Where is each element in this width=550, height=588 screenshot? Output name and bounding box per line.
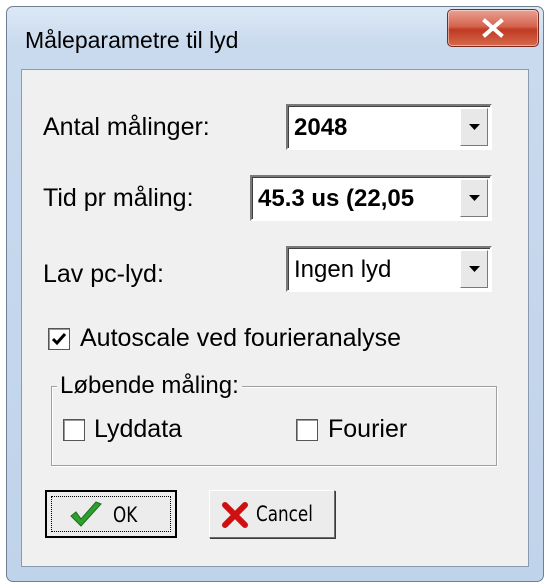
chevron-down-icon: [469, 195, 480, 201]
dialog-client-area: Antal målinger: 2048 Tid pr måling: 45.3…: [21, 69, 529, 567]
fourier-checkbox[interactable]: [296, 419, 318, 441]
tid-dropdown-button[interactable]: [460, 179, 488, 217]
antal-label: Antal målinger:: [43, 113, 210, 141]
antal-dropdown-button[interactable]: [460, 108, 488, 146]
cancel-x-icon: [222, 502, 248, 528]
lyddata-checkbox[interactable]: [63, 419, 85, 441]
close-button[interactable]: [447, 9, 539, 47]
tid-value: 45.3 us (22,05: [258, 185, 415, 212]
cancel-label: Cancel: [256, 502, 313, 526]
lyd-dropdown-button[interactable]: [460, 250, 488, 288]
close-icon: [482, 18, 504, 38]
dialog-window: Måleparametre til lyd Antal målinger: 20…: [6, 6, 544, 582]
ok-label: OK: [113, 503, 138, 527]
lyd-select[interactable]: Ingen lyd: [286, 246, 492, 292]
group-legend: Løbende måling:: [57, 372, 242, 400]
autoscale-checkbox[interactable]: [48, 328, 70, 350]
antal-select[interactable]: 2048: [286, 104, 492, 150]
check-icon: [70, 501, 102, 527]
chevron-down-icon: [469, 266, 480, 272]
cancel-button[interactable]: Cancel: [209, 490, 335, 538]
lyddata-label[interactable]: Lyddata: [94, 415, 182, 444]
chevron-down-icon: [469, 124, 480, 130]
antal-value: 2048: [294, 114, 348, 141]
autoscale-label[interactable]: Autoscale ved fourieranalyse: [80, 324, 401, 353]
tid-label: Tid pr måling:: [43, 184, 194, 212]
ok-button[interactable]: OK: [45, 490, 177, 538]
lyd-value: Ingen lyd: [294, 256, 392, 283]
tid-select[interactable]: 45.3 us (22,05: [250, 175, 492, 221]
title-bar[interactable]: Måleparametre til lyd: [7, 7, 543, 69]
window-title: Måleparametre til lyd: [25, 27, 239, 53]
lyd-label: Lav pc-lyd:: [43, 260, 164, 288]
fourier-label[interactable]: Fourier: [328, 415, 407, 444]
checkmark-icon: [51, 333, 67, 346]
